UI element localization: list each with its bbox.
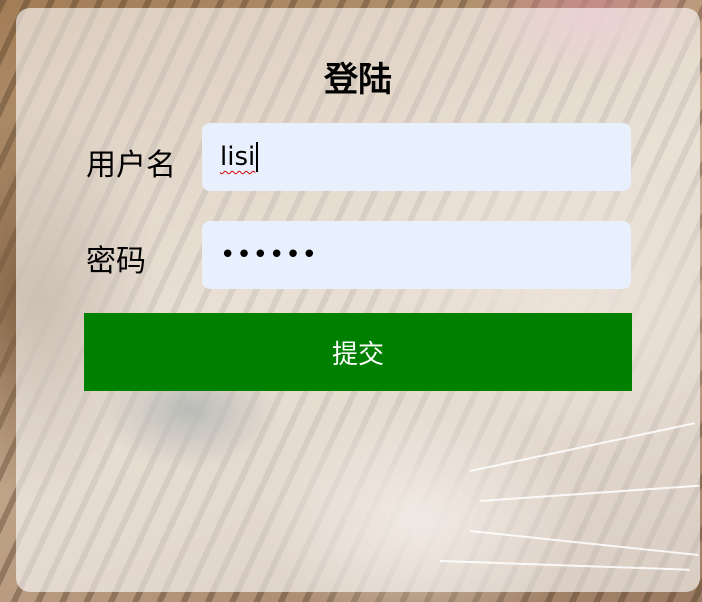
username-input[interactable]: lisi <box>202 123 631 191</box>
password-value: •••••• <box>220 240 319 270</box>
password-label: 密码 <box>86 244 146 279</box>
username-value: lisi <box>220 142 256 172</box>
text-caret <box>256 142 259 172</box>
username-label: 用户名 <box>86 148 176 183</box>
submit-button[interactable]: 提交 <box>84 313 632 391</box>
login-title: 登陆 <box>324 60 392 100</box>
page: 登陆 用户名 lisi 密码 •••••• 提交 <box>0 0 702 602</box>
password-input[interactable]: •••••• <box>202 221 631 289</box>
